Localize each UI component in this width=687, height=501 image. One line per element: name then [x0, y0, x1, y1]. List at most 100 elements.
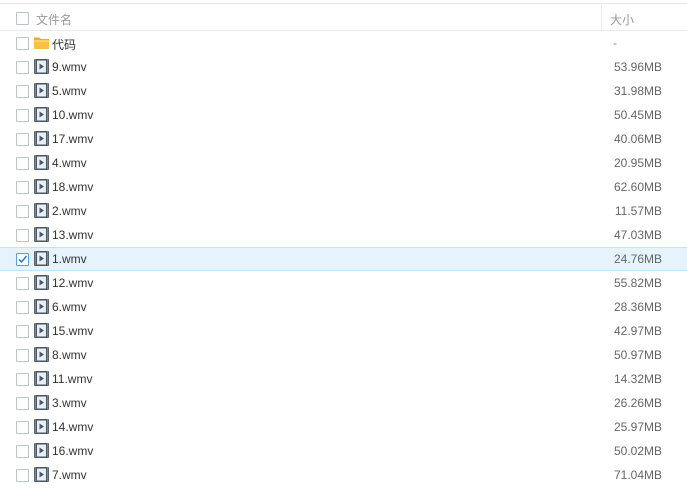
video-file-icon — [34, 179, 49, 194]
file-list: 代码 - 9.wmv 53.96MB 5.wmv 31.98MB 10.wmv 50.45MB… — [0, 31, 687, 487]
file-name[interactable]: 5.wmv — [52, 84, 87, 98]
video-file-icon — [34, 347, 49, 362]
video-file-icon — [34, 131, 49, 146]
file-name[interactable]: 1.wmv — [52, 252, 87, 266]
file-size: 24.76MB — [613, 252, 662, 266]
file-name[interactable]: 4.wmv — [52, 156, 87, 170]
video-file-icon — [34, 275, 49, 290]
file-size: 31.98MB — [613, 84, 662, 98]
top-divider — [0, 3, 687, 4]
video-file-icon — [34, 59, 49, 74]
file-name[interactable]: 3.wmv — [52, 396, 87, 410]
file-name[interactable]: 9.wmv — [52, 60, 87, 74]
file-row[interactable]: 1.wmv 24.76MB — [0, 247, 687, 271]
row-checkbox[interactable] — [16, 421, 29, 434]
file-row[interactable]: 6.wmv 28.36MB — [0, 295, 687, 319]
row-checkbox[interactable] — [16, 397, 29, 410]
file-size: 42.97MB — [613, 324, 662, 338]
file-row[interactable]: 14.wmv 25.97MB — [0, 415, 687, 439]
file-list-header: 文件名 大小 — [0, 5, 687, 31]
file-size: 40.06MB — [613, 132, 662, 146]
file-size: 47.03MB — [613, 228, 662, 242]
file-name[interactable]: 7.wmv — [52, 468, 87, 482]
file-name[interactable]: 8.wmv — [52, 348, 87, 362]
file-name[interactable]: 16.wmv — [52, 444, 93, 458]
file-row[interactable]: 18.wmv 62.60MB — [0, 175, 687, 199]
row-checkbox[interactable] — [16, 37, 29, 50]
row-checkbox[interactable] — [16, 85, 29, 98]
checkmark-icon — [18, 255, 28, 264]
file-size: 20.95MB — [613, 156, 662, 170]
file-size: 26.26MB — [613, 396, 662, 410]
file-size: 14.32MB — [613, 372, 662, 386]
file-name[interactable]: 10.wmv — [52, 108, 93, 122]
file-row[interactable]: 7.wmv 71.04MB — [0, 463, 687, 487]
row-checkbox[interactable] — [16, 157, 29, 170]
file-size: 62.60MB — [613, 180, 662, 194]
video-file-icon — [34, 83, 49, 98]
file-row[interactable]: 13.wmv 47.03MB — [0, 223, 687, 247]
row-checkbox[interactable] — [16, 445, 29, 458]
video-file-icon — [34, 467, 49, 482]
file-size: 11.57MB — [614, 204, 662, 218]
file-name[interactable]: 14.wmv — [52, 420, 93, 434]
file-name[interactable]: 18.wmv — [52, 180, 93, 194]
video-file-icon — [34, 299, 49, 314]
row-checkbox[interactable] — [16, 181, 29, 194]
file-size: 53.96MB — [613, 60, 662, 74]
file-row[interactable]: 2.wmv 11.57MB — [0, 199, 687, 223]
file-row[interactable]: 11.wmv 14.32MB — [0, 367, 687, 391]
file-row[interactable]: 8.wmv 50.97MB — [0, 343, 687, 367]
file-row[interactable]: 4.wmv 20.95MB — [0, 151, 687, 175]
file-row[interactable]: 10.wmv 50.45MB — [0, 103, 687, 127]
folder-icon — [34, 37, 49, 49]
file-size: 28.36MB — [613, 300, 662, 314]
row-checkbox[interactable] — [16, 373, 29, 386]
row-checkbox[interactable] — [16, 61, 29, 74]
row-checkbox[interactable] — [16, 253, 29, 266]
file-size: 25.97MB — [613, 420, 662, 434]
video-file-icon — [34, 323, 49, 338]
row-checkbox[interactable] — [16, 133, 29, 146]
row-checkbox[interactable] — [16, 349, 29, 362]
column-header-size[interactable]: 大小 — [601, 5, 687, 30]
column-header-name[interactable]: 文件名 — [36, 11, 72, 28]
video-file-icon — [34, 371, 49, 386]
video-file-icon — [34, 227, 49, 242]
file-name[interactable]: 15.wmv — [52, 324, 93, 338]
file-size: 50.97MB — [613, 348, 662, 362]
file-row[interactable]: 9.wmv 53.96MB — [0, 55, 687, 79]
file-row[interactable]: 3.wmv 26.26MB — [0, 391, 687, 415]
video-file-icon — [34, 155, 49, 170]
row-checkbox[interactable] — [16, 277, 29, 290]
file-name[interactable]: 12.wmv — [52, 276, 93, 290]
video-file-icon — [34, 107, 49, 122]
row-checkbox[interactable] — [16, 325, 29, 338]
file-name[interactable]: 2.wmv — [52, 204, 87, 218]
file-row[interactable]: 15.wmv 42.97MB — [0, 319, 687, 343]
row-checkbox[interactable] — [16, 301, 29, 314]
file-size: 55.82MB — [613, 276, 662, 290]
file-name[interactable]: 6.wmv — [52, 300, 87, 314]
row-checkbox[interactable] — [16, 109, 29, 122]
file-row[interactable]: 5.wmv 31.98MB — [0, 79, 687, 103]
column-header-size-label: 大小 — [610, 13, 635, 27]
file-name[interactable]: 17.wmv — [52, 132, 93, 146]
file-name[interactable]: 代码 — [52, 36, 76, 53]
file-row[interactable]: 17.wmv 40.06MB — [0, 127, 687, 151]
row-checkbox[interactable] — [16, 469, 29, 482]
file-size: 50.02MB — [613, 444, 662, 458]
file-name[interactable]: 11.wmv — [52, 372, 92, 386]
file-size: 71.04MB — [613, 468, 662, 482]
video-file-icon — [34, 419, 49, 434]
file-size: - — [613, 36, 617, 50]
video-file-icon — [34, 203, 49, 218]
file-row[interactable]: 12.wmv 55.82MB — [0, 271, 687, 295]
file-name[interactable]: 13.wmv — [52, 228, 93, 242]
select-all-checkbox[interactable] — [16, 12, 29, 25]
file-row[interactable]: 16.wmv 50.02MB — [0, 439, 687, 463]
video-file-icon — [34, 251, 49, 266]
row-checkbox[interactable] — [16, 205, 29, 218]
row-checkbox[interactable] — [16, 229, 29, 242]
file-row[interactable]: 代码 - — [0, 31, 687, 55]
